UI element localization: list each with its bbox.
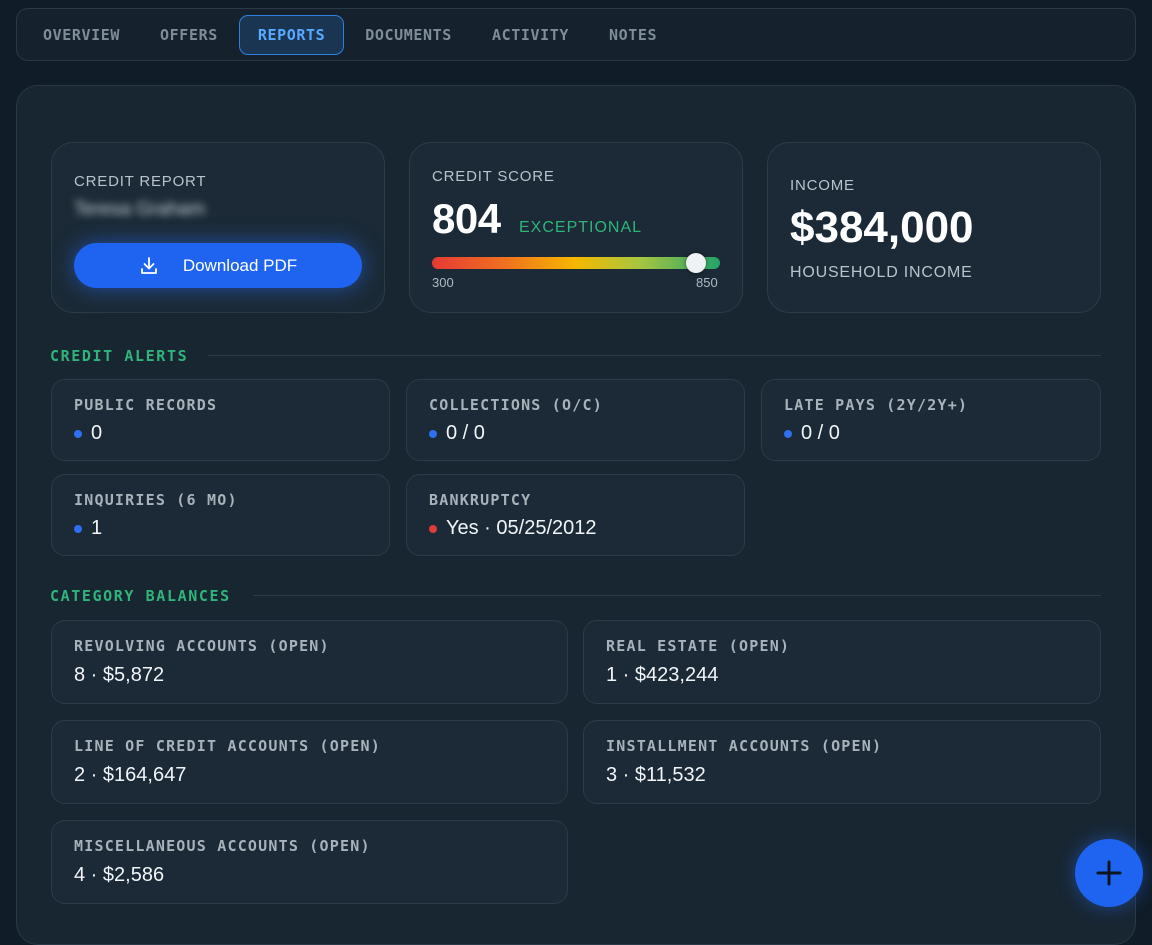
balance-value: 1 · $423,244 xyxy=(606,664,719,686)
balance-miscellaneous: MISCELLANEOUS ACCOUNTS (OPEN) 4 · $2,586 xyxy=(51,820,568,904)
tab-notes[interactable]: NOTES xyxy=(609,26,657,44)
balance-value: 3 · $11,532 xyxy=(606,764,706,786)
alert-bankruptcy: BANKRUPTCY Yes · 05/25/2012 xyxy=(406,474,745,556)
balance-label: LINE OF CREDIT ACCOUNTS (OPEN) xyxy=(74,737,381,755)
balance-revolving: REVOLVING ACCOUNTS (OPEN) 8 · $5,872 xyxy=(51,620,568,704)
status-dot-blue xyxy=(784,429,792,438)
alert-label: PUBLIC RECORDS xyxy=(74,396,218,414)
balance-label: REVOLVING ACCOUNTS (OPEN) xyxy=(74,637,330,655)
balance-value: 4 · $2,586 xyxy=(74,864,165,886)
status-dot-blue xyxy=(429,429,437,438)
status-dot-blue xyxy=(74,524,82,533)
balance-line-of-credit: LINE OF CREDIT ACCOUNTS (OPEN) 2 · $164,… xyxy=(51,720,568,804)
balance-real-estate: REAL ESTATE (OPEN) 1 · $423,244 xyxy=(583,620,1101,704)
add-button[interactable] xyxy=(1075,839,1143,907)
status-dot-blue xyxy=(74,429,82,438)
alert-label: COLLECTIONS (O/C) xyxy=(429,396,603,414)
credit-score-label: CREDIT SCORE xyxy=(432,168,555,185)
alert-value: 0 / 0 xyxy=(801,422,840,444)
download-pdf-label: Download PDF xyxy=(182,255,298,275)
balance-label: REAL ESTATE (OPEN) xyxy=(606,637,791,655)
alert-inquiries: INQUIRIES (6 MO) 1 xyxy=(51,474,390,556)
balance-installment: INSTALLMENT ACCOUNTS (OPEN) 3 · $11,532 xyxy=(583,720,1101,804)
report-holder-name: Teresa Graham xyxy=(74,199,205,220)
credit-report-card: CREDIT REPORT Teresa Graham Download PDF xyxy=(51,142,385,313)
credit-score-rating: EXCEPTIONAL xyxy=(519,219,643,236)
credit-alerts-title: CREDIT ALERTS xyxy=(50,347,189,365)
credit-report-label: CREDIT REPORT xyxy=(74,173,207,190)
alert-label: BANKRUPTCY xyxy=(429,491,532,509)
balance-label: MISCELLANEOUS ACCOUNTS (OPEN) xyxy=(74,837,371,855)
alert-label: INQUIRIES (6 MO) xyxy=(74,491,238,509)
alert-public-records: PUBLIC RECORDS 0 xyxy=(51,379,390,461)
credit-score-min: 300 xyxy=(432,275,454,290)
income-card: INCOME $384,000 HOUSEHOLD INCOME xyxy=(767,142,1101,313)
tab-reports[interactable]: REPORTS xyxy=(238,14,345,55)
income-label: INCOME xyxy=(790,177,855,194)
alert-value: 0 / 0 xyxy=(446,422,485,444)
alert-label: LATE PAYS (2Y/2Y+) xyxy=(784,396,969,414)
alert-value: 1 xyxy=(91,517,103,539)
alert-value: 0 xyxy=(91,422,103,444)
tab-documents[interactable]: DOCUMENTS xyxy=(365,26,452,44)
alert-value: Yes · 05/25/2012 xyxy=(446,517,597,539)
section-divider xyxy=(253,595,1101,596)
alert-collections: COLLECTIONS (O/C) 0 / 0 xyxy=(406,379,745,461)
income-value: $384,000 xyxy=(790,203,974,252)
status-dot-red xyxy=(429,524,437,533)
section-divider xyxy=(208,355,1101,356)
tab-activity[interactable]: ACTIVITY xyxy=(492,26,569,44)
credit-score-value: 804 xyxy=(432,195,501,242)
download-pdf-button[interactable]: Download PDF xyxy=(74,243,362,288)
category-balances-title: CATEGORY BALANCES xyxy=(50,587,231,605)
credit-score-card: CREDIT SCORE 804 EXCEPTIONAL 300 850 xyxy=(409,142,743,313)
tab-bar: OVERVIEW OFFERS REPORTS DOCUMENTS ACTIVI… xyxy=(16,8,1136,61)
tab-offers[interactable]: OFFERS xyxy=(160,26,218,44)
download-icon xyxy=(139,256,159,276)
balance-value: 2 · $164,647 xyxy=(74,764,187,786)
tab-overview[interactable]: OVERVIEW xyxy=(43,26,120,44)
credit-score-gauge xyxy=(432,253,720,273)
household-income-label: HOUSEHOLD INCOME xyxy=(790,264,973,281)
plus-icon xyxy=(1095,859,1123,887)
balance-label: INSTALLMENT ACCOUNTS (OPEN) xyxy=(606,737,883,755)
balance-value: 8 · $5,872 xyxy=(74,664,165,686)
alert-late-pays: LATE PAYS (2Y/2Y+) 0 / 0 xyxy=(761,379,1101,461)
credit-score-max: 850 xyxy=(696,275,718,290)
credit-score-marker xyxy=(685,253,706,273)
